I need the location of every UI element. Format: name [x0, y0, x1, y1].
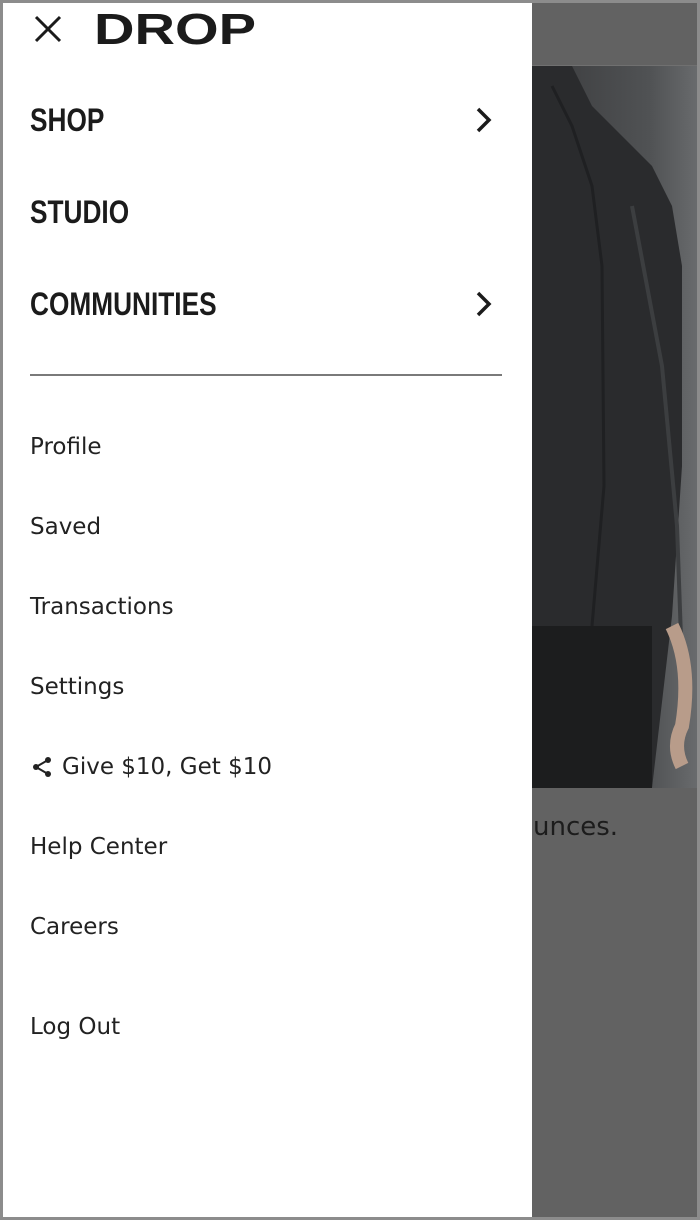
nav-item-communities[interactable]: COMMUNITIES [30, 276, 500, 332]
nav-item-label: Profile [30, 434, 102, 460]
nav-item-referral[interactable]: Give $10, Get $10 [30, 747, 272, 787]
close-icon[interactable] [33, 14, 63, 44]
nav-item-label: COMMUNITIES [30, 285, 217, 322]
nav-item-label: Log Out [30, 1014, 121, 1040]
nav-item-log-out[interactable]: Log Out [30, 1007, 120, 1047]
nav-item-settings[interactable]: Settings [30, 667, 124, 707]
nav-item-label: Help Center [30, 834, 168, 860]
nav-item-shop[interactable]: SHOP [30, 92, 500, 148]
background-text: unces. [533, 812, 619, 842]
chevron-right-icon [476, 291, 492, 317]
nav-divider [30, 374, 502, 376]
background-header [532, 0, 700, 66]
drop-logo[interactable]: DROP [94, 5, 258, 54]
chevron-right-icon [476, 107, 492, 133]
nav-item-label: Saved [30, 514, 102, 540]
nav-drawer: DROP SHOP STUDIO COMMUNITIES Profile Sav… [0, 0, 532, 1220]
nav-item-profile[interactable]: Profile [30, 427, 102, 467]
nav-item-studio[interactable]: STUDIO [30, 184, 500, 240]
nav-item-saved[interactable]: Saved [30, 507, 101, 547]
nav-item-label: Give $10, Get $10 [62, 754, 273, 780]
nav-item-help-center[interactable]: Help Center [30, 827, 167, 867]
nav-item-label: SHOP [30, 101, 105, 138]
share-icon [33, 757, 51, 777]
nav-item-label: STUDIO [30, 193, 130, 230]
svg-text:DROP: DROP [94, 8, 256, 50]
nav-item-label: Settings [30, 674, 125, 700]
nav-item-transactions[interactable]: Transactions [30, 587, 174, 627]
nav-item-label: Transactions [30, 594, 174, 620]
background-product-photo [532, 66, 700, 788]
nav-item-label: Careers [30, 914, 119, 940]
nav-item-careers[interactable]: Careers [30, 907, 119, 947]
